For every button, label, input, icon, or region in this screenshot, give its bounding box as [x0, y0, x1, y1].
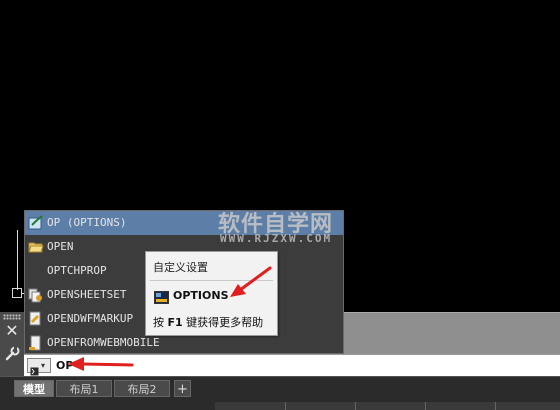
options-icon — [28, 215, 44, 231]
folder-open-icon — [28, 239, 44, 255]
markup-icon — [28, 311, 44, 327]
tab-model[interactable]: 模型 — [14, 380, 54, 397]
tooltip-help-text: 按 F1 键获得更多帮助 — [153, 316, 264, 329]
close-icon[interactable]: ✕ — [3, 322, 21, 340]
tooltip-command-name: OPTIONS — [173, 289, 229, 302]
web-mobile-icon — [28, 335, 44, 351]
add-layout-button[interactable]: + — [174, 380, 191, 397]
recent-commands-button[interactable]: ▾ — [27, 358, 51, 376]
red-arrow-annotation — [68, 357, 134, 371]
tooltip-title: 自定义设置 — [153, 261, 208, 274]
watermark: 软件自学网 WWW.RJZXW.COM — [218, 212, 334, 245]
red-arrow-annotation — [230, 266, 272, 297]
tab-layout2[interactable]: 布局2 — [114, 380, 170, 397]
command-prompt-icon — [30, 361, 39, 376]
tab-layout1[interactable]: 布局1 — [56, 380, 112, 397]
sheetset-icon — [28, 287, 44, 303]
options-command-icon — [154, 289, 169, 304]
command-history-area — [344, 312, 560, 355]
dropdown-arrow-icon: ▾ — [41, 361, 46, 370]
drag-grip-handle[interactable] — [3, 314, 21, 320]
ucs-origin-box — [12, 288, 22, 298]
customize-wrench-icon[interactable] — [3, 345, 21, 363]
ucs-axis-vertical — [17, 230, 18, 290]
horizontal-scrollbar[interactable] — [215, 402, 560, 410]
